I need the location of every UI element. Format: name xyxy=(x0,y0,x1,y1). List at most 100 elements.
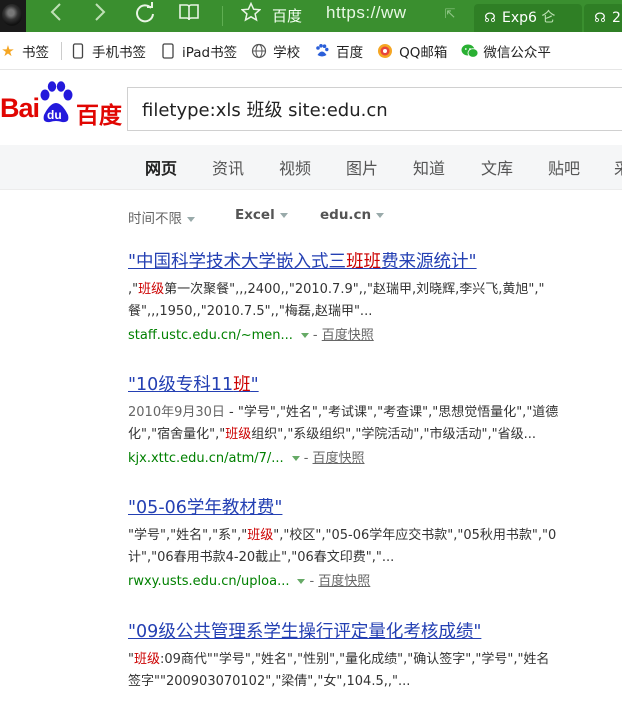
result-snippet: 餐",,,1950,,"2010.7.5",,"梅磊,赵瑞甲"... xyxy=(128,304,373,319)
forward-arrow-icon xyxy=(95,3,106,21)
tab-news[interactable]: 资讯 xyxy=(212,155,244,179)
result-url-line: kjx.xttc.edu.cn/atm/7/... - 百度快照 xyxy=(128,448,622,470)
bookmark-divider xyxy=(61,41,62,60)
result-snippet: "学号","姓名","系","班级","校区","05-06学年应交书款","0… xyxy=(128,525,622,547)
tablet-icon xyxy=(160,42,176,59)
tab-label: 2 xyxy=(612,10,621,26)
cache-snapshot-link[interactable]: 百度快照 xyxy=(313,451,365,466)
filter-time-label: 时间不限 xyxy=(128,211,182,227)
bookmark-item-school[interactable]: 学校 xyxy=(251,41,300,61)
qqmail-icon xyxy=(377,43,393,59)
result-snippet: 签字""200903070102","梁倩","女",104.5,,"... xyxy=(128,674,411,689)
star-icon: ★ xyxy=(1,41,15,60)
refresh-icon xyxy=(136,2,154,23)
tab-video[interactable]: 视频 xyxy=(279,155,311,179)
forward-button[interactable] xyxy=(88,2,112,28)
tab-web[interactable]: 网页 xyxy=(145,155,177,179)
snippet-text: ","校区","05-06学年应交书款","05秋用书款","0 xyxy=(273,528,557,543)
result-url[interactable]: rwxy.usts.edu.cn/uploa... xyxy=(128,574,289,589)
search-nav: 网页 资讯 视频 图片 知道 文库 贴吧 采 xyxy=(0,145,622,190)
search-input[interactable] xyxy=(140,97,622,120)
result-url[interactable]: staff.ustc.edu.cn/~men... xyxy=(128,328,293,343)
url-dropdown-icon[interactable] xyxy=(291,456,300,461)
bookmarks-bar: ★ 书签 手机书签 iPad书签 学校 百度 QQ邮箱 微信公众平 xyxy=(0,32,622,70)
bookmark-item-wechat[interactable]: 微信公众平 xyxy=(461,41,551,61)
caret-down-icon xyxy=(376,212,385,218)
star-outline-icon xyxy=(240,1,262,22)
tab-exp6[interactable]: ☊ Exp6 仑 xyxy=(474,4,582,32)
bookmark-item-mobile[interactable]: 手机书签 xyxy=(70,41,146,61)
baidu-logo[interactable]: Bai du 百度 xyxy=(0,78,125,138)
cache-snapshot-link[interactable]: 百度快照 xyxy=(322,328,374,343)
bookmark-label: 百度 xyxy=(336,44,364,61)
result-url-line: staff.ustc.edu.cn/~men... - 百度快照 xyxy=(128,325,622,347)
share-button[interactable]: ⇱ xyxy=(440,2,460,28)
filter-filetype[interactable]: Excel xyxy=(235,207,288,223)
back-arrow-icon xyxy=(50,3,61,21)
toolbar-divider xyxy=(222,6,223,26)
title-text: "中国科学技术大学嵌入式三 xyxy=(128,252,347,272)
active-tab-underline xyxy=(0,145,622,148)
filter-filetype-label: Excel xyxy=(235,207,275,223)
reading-mode-button[interactable] xyxy=(176,2,202,28)
caret-down-icon xyxy=(187,216,195,222)
result-snippet: 化","宿舍量化","班级组织","系级组织","学院活动","市级活动","省… xyxy=(128,424,622,446)
bookmark-label: iPad书签 xyxy=(182,44,238,61)
tab-second[interactable]: ☊ 2 xyxy=(584,4,622,32)
bookmark-item-bookmarks[interactable]: ★ 书签 xyxy=(0,41,49,61)
snippet-highlight: 班级 xyxy=(133,652,160,667)
bookmark-item-baidu[interactable]: 百度 xyxy=(314,41,363,61)
tab-label-extra: 仑 xyxy=(536,10,556,26)
refresh-button[interactable] xyxy=(132,2,158,28)
logo-text-bai: Bai xyxy=(0,93,40,123)
tab-images[interactable]: 图片 xyxy=(346,155,378,179)
caret-down-icon xyxy=(279,212,288,218)
logo-text-du: du xyxy=(47,108,62,122)
filter-site[interactable]: edu.cn xyxy=(320,207,385,223)
result-snippet: 2010年9月30日 - "学号","姓名","考试课","考查课","思想觉悟… xyxy=(128,402,622,424)
page-title-label: 百度 xyxy=(272,7,303,25)
bookmark-item-qqmail[interactable]: QQ邮箱 xyxy=(377,41,447,61)
result-title-link[interactable]: "10级专科11班" xyxy=(128,372,622,398)
share-icon: ⇱ xyxy=(444,7,456,22)
snippet-highlight: 班级 xyxy=(247,528,274,543)
back-button[interactable] xyxy=(44,2,68,28)
tab-favicon-icon: ☊ xyxy=(484,11,496,26)
result-title-link[interactable]: "中国科学技术大学嵌入式三班班费来源统计" xyxy=(128,249,622,275)
logo-text-chinese: 百度 xyxy=(76,103,122,129)
favorite-button[interactable] xyxy=(238,1,264,28)
bookmark-item-ipad[interactable]: iPad书签 xyxy=(160,41,237,61)
address-bar[interactable]: https://ww xyxy=(326,3,407,23)
tab-tieba[interactable]: 贴吧 xyxy=(548,155,580,179)
filter-time[interactable]: 时间不限 xyxy=(128,207,195,227)
tab-wenku[interactable]: 文库 xyxy=(481,155,513,179)
result-url[interactable]: kjx.xttc.edu.cn/atm/7/... xyxy=(128,451,284,466)
tab-more[interactable]: 采 xyxy=(614,155,622,179)
title-text: 费来源统计" xyxy=(381,252,477,272)
bookmark-label: QQ邮箱 xyxy=(399,44,448,61)
result-date: 2010年9月30日 xyxy=(128,405,225,420)
title-text: "10级专科11 xyxy=(128,375,234,395)
snippet-highlight: 班级 xyxy=(138,282,165,297)
snippet-text: ," xyxy=(128,282,139,297)
url-dropdown-icon[interactable] xyxy=(300,333,309,338)
bookmark-label: 学校 xyxy=(273,44,301,61)
bookmark-label: 手机书签 xyxy=(92,44,146,61)
snippet-text: 组织","系级组织","学院活动","市级活动","省级... xyxy=(251,427,536,442)
url-dropdown-icon[interactable] xyxy=(297,579,306,584)
filter-site-label: edu.cn xyxy=(320,207,372,223)
tab-zhidao[interactable]: 知道 xyxy=(413,155,445,179)
separator: - xyxy=(303,451,313,466)
search-box[interactable] xyxy=(127,87,622,131)
title-text: " xyxy=(250,375,259,395)
search-result: "05-06学年教材费" "学号","姓名","系","班级","校区","05… xyxy=(128,495,622,593)
user-avatar[interactable] xyxy=(0,0,26,32)
cache-snapshot-link[interactable]: 百度快照 xyxy=(318,574,370,589)
search-result: "中国科学技术大学嵌入式三班班费来源统计" ,"班级第一次聚餐",,,2400,… xyxy=(128,249,622,347)
search-result: "09级公共管理系学生操行评定量化考核成绩" "班级:09商代""学号","姓名… xyxy=(128,619,622,693)
result-title-link[interactable]: "09级公共管理系学生操行评定量化考核成绩" xyxy=(128,619,622,645)
result-snippet: "班级:09商代""学号","姓名","性别","量化成绩","确认签字","学… xyxy=(128,649,622,671)
result-title-link[interactable]: "05-06学年教材费" xyxy=(128,495,622,521)
title-highlight: 班班 xyxy=(346,252,382,272)
book-icon xyxy=(179,4,199,21)
